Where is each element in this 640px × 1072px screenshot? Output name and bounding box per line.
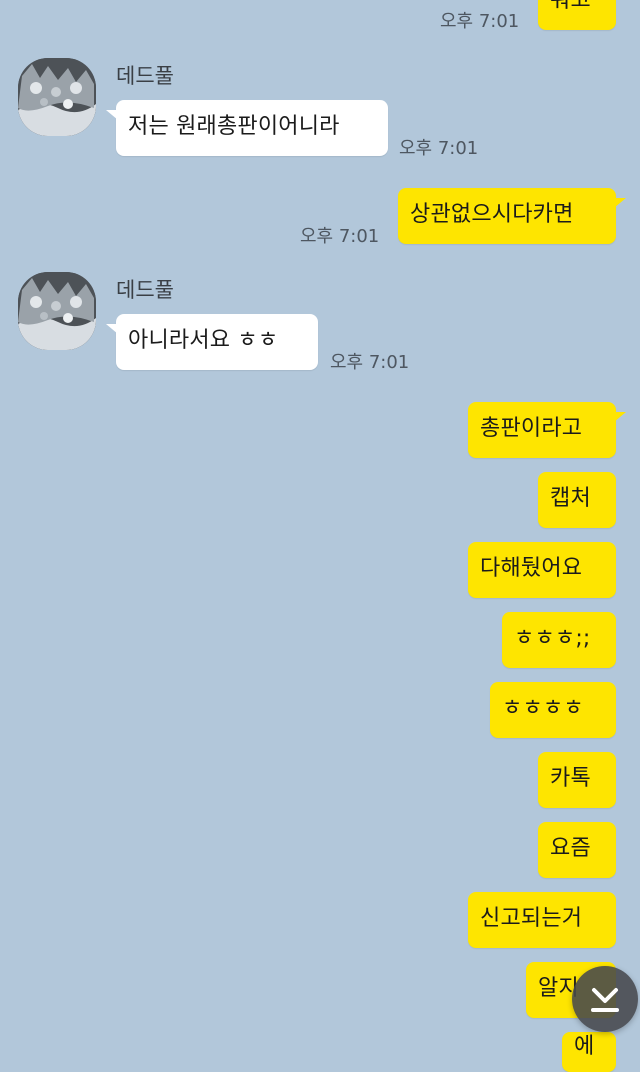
sender-name: 데드풀 [116, 278, 174, 302]
my-message-bubble[interactable]: 캡처 [538, 472, 616, 528]
my-message-bubble[interactable]: 요즘 [538, 822, 616, 878]
chat-room[interactable]: 오후 7:01 줘고 데드풀 저는 원래총판이어니라 오후 7:01 오후 7:… [0, 0, 640, 1072]
my-message-bubble[interactable]: ㅎㅎㅎ;; [502, 612, 616, 668]
my-message-bubble[interactable]: 신고되는거 [468, 892, 616, 948]
scroll-to-bottom-icon [591, 988, 619, 1012]
sender-avatar[interactable] [18, 272, 96, 350]
message-time: 오후 7:01 [330, 352, 410, 373]
message-time: 오후 7:01 [399, 138, 479, 159]
scroll-to-bottom-button[interactable] [572, 966, 638, 1032]
my-message-bubble[interactable]: 다해뒀어요 [468, 542, 616, 598]
profile-photo-avatar [18, 58, 96, 136]
message-time: 오후 7:01 [440, 11, 520, 32]
incoming-message-bubble[interactable]: 저는 원래총판이어니라 [106, 100, 388, 156]
my-message-bubble[interactable]: ㅎㅎㅎㅎ [490, 682, 616, 738]
message-time: 오후 7:01 [300, 226, 380, 247]
sender-avatar[interactable] [18, 58, 96, 136]
my-message-bubble[interactable]: 줘고 [538, 0, 616, 30]
my-message-bubble[interactable]: 총판이라고 [468, 402, 626, 458]
my-message-bubble[interactable]: 카톡 [538, 752, 616, 808]
profile-photo-avatar [18, 272, 96, 350]
sender-name: 데드풀 [116, 64, 174, 88]
incoming-message-bubble[interactable]: 아니라서요 ㅎㅎ [106, 314, 318, 370]
my-message-bubble[interactable]: 에 [562, 1032, 616, 1072]
my-message-bubble[interactable]: 상관없으시다카면 [398, 188, 626, 244]
